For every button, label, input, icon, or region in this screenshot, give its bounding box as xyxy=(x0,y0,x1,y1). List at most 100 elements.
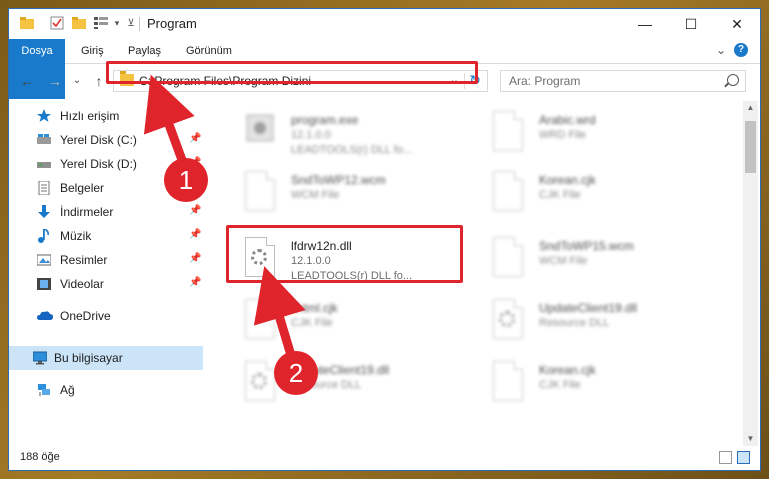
document-icon xyxy=(493,111,525,151)
star-icon xyxy=(37,109,51,122)
file-item[interactable]: Arabic.wrd WRD File xyxy=(479,105,709,165)
documents-icon xyxy=(38,181,50,195)
file-name: program.exe xyxy=(291,113,359,127)
customize-qa-icon[interactable]: ⊻ xyxy=(123,15,139,31)
scroll-up-icon[interactable]: ▲ xyxy=(743,101,758,115)
sidebar-item-label: Müzik xyxy=(60,229,92,243)
file-item[interactable]: UpdateClient19.dll Resource DLL xyxy=(231,355,461,415)
document-icon xyxy=(493,237,525,277)
drive-icon xyxy=(37,134,51,144)
file-item[interactable]: program.exe 12.1.0.0 LEADTOOLS(r) DLL fo… xyxy=(231,105,461,165)
file-type: WCM File xyxy=(539,255,588,267)
cloud-icon xyxy=(37,311,53,320)
music-icon xyxy=(38,229,49,243)
ribbon-expand-icon[interactable]: ⌄ xyxy=(716,43,726,57)
file-type: CJK File xyxy=(291,317,333,329)
tab-view[interactable]: Görünüm xyxy=(186,39,232,63)
up-button[interactable]: ↑ xyxy=(91,73,107,89)
file-name: UpdateClient19.dll xyxy=(539,301,638,315)
vertical-scrollbar[interactable]: ▲ ▼ xyxy=(743,101,758,446)
search-icon[interactable] xyxy=(727,74,739,86)
sidebar-item-network[interactable]: Ağ xyxy=(9,378,203,402)
title-bar: ▾ ⊻ Program — ☐ ✕ xyxy=(9,9,760,39)
pin-icon[interactable]: 📌 xyxy=(189,205,201,216)
dll-icon xyxy=(245,361,277,401)
file-type: CJK File xyxy=(539,189,581,201)
file-type: WCM File xyxy=(291,189,340,201)
step-badge-1: 1 xyxy=(164,158,208,202)
computer-icon xyxy=(33,351,47,365)
title-separator xyxy=(139,17,140,31)
address-highlight-box xyxy=(106,61,478,84)
sidebar-item-downloads[interactable]: İndirmeler 📌 xyxy=(9,200,203,224)
back-button[interactable]: ← xyxy=(19,73,35,89)
file-type: CJK File xyxy=(539,379,581,391)
status-bar: 188 öğe xyxy=(9,446,760,470)
sidebar-item-label: Bu bilgisayar xyxy=(54,351,123,365)
navigation-pane: Hızlı erişim Yerel Disk (C:) 📌 Yerel Dis… xyxy=(9,104,203,444)
file-item[interactable]: SndToWP15.wcm WCM File xyxy=(479,231,709,291)
details-view-icon[interactable] xyxy=(719,451,732,464)
forward-button[interactable]: → xyxy=(47,73,63,89)
tab-share[interactable]: Paylaş xyxy=(128,39,161,63)
sidebar-item-drive-c[interactable]: Yerel Disk (C:) 📌 xyxy=(9,128,203,152)
window-title: Program xyxy=(147,16,197,31)
file-item[interactable]: lfhtml.cjk CJK File xyxy=(231,293,461,353)
file-item[interactable]: SndToWP12.wcm WCM File xyxy=(231,165,461,225)
file-item[interactable]: Korean.cjk CJK File xyxy=(479,165,709,225)
scroll-down-icon[interactable]: ▼ xyxy=(743,432,758,446)
sidebar-item-label: Hızlı erişim xyxy=(60,109,120,123)
properties-icon[interactable] xyxy=(49,15,65,31)
pin-icon[interactable]: 📌 xyxy=(189,253,201,264)
scrollbar-thumb[interactable] xyxy=(745,121,756,173)
sidebar-item-label: Videolar xyxy=(60,277,104,291)
sidebar-item-label: Yerel Disk (D:) xyxy=(60,157,137,171)
file-name: Arabic.wrd xyxy=(539,113,596,127)
file-name: lfhtml.cjk xyxy=(291,301,338,315)
drive-icon xyxy=(37,162,51,168)
maximize-button[interactable]: ☐ xyxy=(668,9,714,39)
dll-icon xyxy=(493,299,525,339)
downloads-icon xyxy=(38,205,50,218)
minimize-button[interactable]: — xyxy=(622,9,668,39)
sidebar-item-quick-access[interactable]: Hızlı erişim xyxy=(9,104,203,128)
document-icon xyxy=(493,361,525,401)
pin-icon[interactable]: 📌 xyxy=(189,229,201,240)
pin-icon[interactable]: 📌 xyxy=(189,277,201,288)
help-icon[interactable]: ? xyxy=(734,43,748,57)
tab-home[interactable]: Giriş xyxy=(81,39,104,63)
file-type: Resource DLL xyxy=(539,317,610,329)
sidebar-item-music[interactable]: Müzik 📌 xyxy=(9,224,203,248)
file-highlight-box xyxy=(226,225,463,283)
file-name: Korean.cjk xyxy=(539,363,596,377)
search-input[interactable]: Ara: Program xyxy=(509,74,580,88)
file-item[interactable]: UpdateClient19.dll Resource DLL xyxy=(479,293,709,353)
recent-locations-button[interactable]: ⌄ xyxy=(69,73,85,89)
sidebar-item-label: Ağ xyxy=(60,383,75,397)
document-icon xyxy=(245,171,277,211)
sidebar-item-this-pc[interactable]: Bu bilgisayar xyxy=(9,346,203,370)
sidebar-item-pictures[interactable]: Resimler 📌 xyxy=(9,248,203,272)
file-name: SndToWP12.wcm xyxy=(291,173,386,187)
sidebar-item-label: Belgeler xyxy=(60,181,105,195)
search-box[interactable]: Ara: Program xyxy=(500,70,746,92)
pictures-icon xyxy=(37,254,51,266)
close-button[interactable]: ✕ xyxy=(714,9,760,39)
videos-icon xyxy=(37,278,51,290)
document-icon xyxy=(245,299,277,339)
sidebar-item-label: Yerel Disk (C:) xyxy=(60,133,137,147)
large-icons-view-icon[interactable] xyxy=(737,451,750,464)
sidebar-item-onedrive[interactable]: OneDrive xyxy=(9,304,203,328)
folder-icon xyxy=(19,15,35,31)
sidebar-item-videos[interactable]: Videolar 📌 xyxy=(9,272,203,296)
pin-icon[interactable]: 📌 xyxy=(189,133,201,144)
file-name: SndToWP15.wcm xyxy=(539,239,634,253)
new-folder-icon[interactable] xyxy=(71,15,87,31)
item-count: 188 öğe xyxy=(20,451,60,463)
view-options-icon[interactable] xyxy=(93,15,109,31)
sidebar-item-label: İndirmeler xyxy=(60,205,114,219)
network-icon xyxy=(38,384,50,396)
sidebar-item-label: OneDrive xyxy=(60,309,111,323)
document-icon xyxy=(493,171,525,211)
file-item[interactable]: Korean.cjk CJK File xyxy=(479,355,709,415)
